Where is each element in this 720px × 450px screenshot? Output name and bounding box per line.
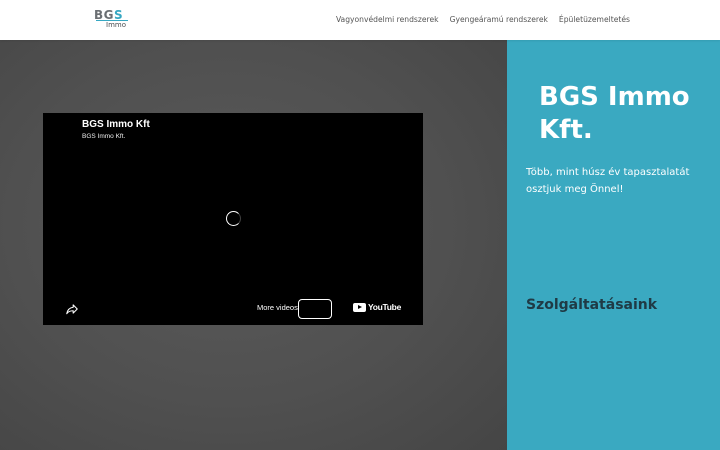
youtube-wordmark: YouTube: [368, 302, 401, 312]
youtube-logo-icon[interactable]: YouTube: [353, 302, 401, 312]
site-logo[interactable]: BGS Immo: [94, 9, 134, 31]
nav-item-gyengearamu[interactable]: Gyengeáramú rendszerek: [450, 14, 548, 26]
video-channel[interactable]: BGS Immo Kft.: [82, 133, 125, 140]
youtube-play-icon: [353, 302, 366, 312]
logo-subtext: Immo: [106, 21, 126, 29]
main-nav: Vagyonvédelmi rendszerek Gyengeáramú ren…: [336, 14, 630, 26]
hero-info-panel: BGS Immo Kft. Több, mint húsz év tapaszt…: [507, 40, 720, 450]
company-title: BGS Immo Kft.: [539, 82, 690, 145]
site-header: BGS Immo Vagyonvédelmi rendszerek Gyenge…: [0, 0, 720, 40]
video-title[interactable]: BGS Immo Kft: [82, 119, 150, 130]
youtube-embed[interactable]: BGS Immo Kft BGS Immo Kft. More videos Y…: [43, 113, 423, 325]
share-icon[interactable]: [65, 302, 79, 316]
focus-outline[interactable]: [298, 299, 332, 319]
nav-item-vagyonvedelmi[interactable]: Vagyonvédelmi rendszerek: [336, 14, 439, 26]
more-videos-button[interactable]: More videos: [257, 303, 298, 312]
hero-tagline: Több, mint húsz év tapasztalatát osztjuk…: [526, 167, 690, 195]
nav-item-epuletuzemeltetes[interactable]: Épületüzemeltetés: [559, 14, 630, 26]
services-heading: Szolgáltatásaink: [526, 297, 658, 313]
loading-spinner-icon: [226, 211, 241, 226]
